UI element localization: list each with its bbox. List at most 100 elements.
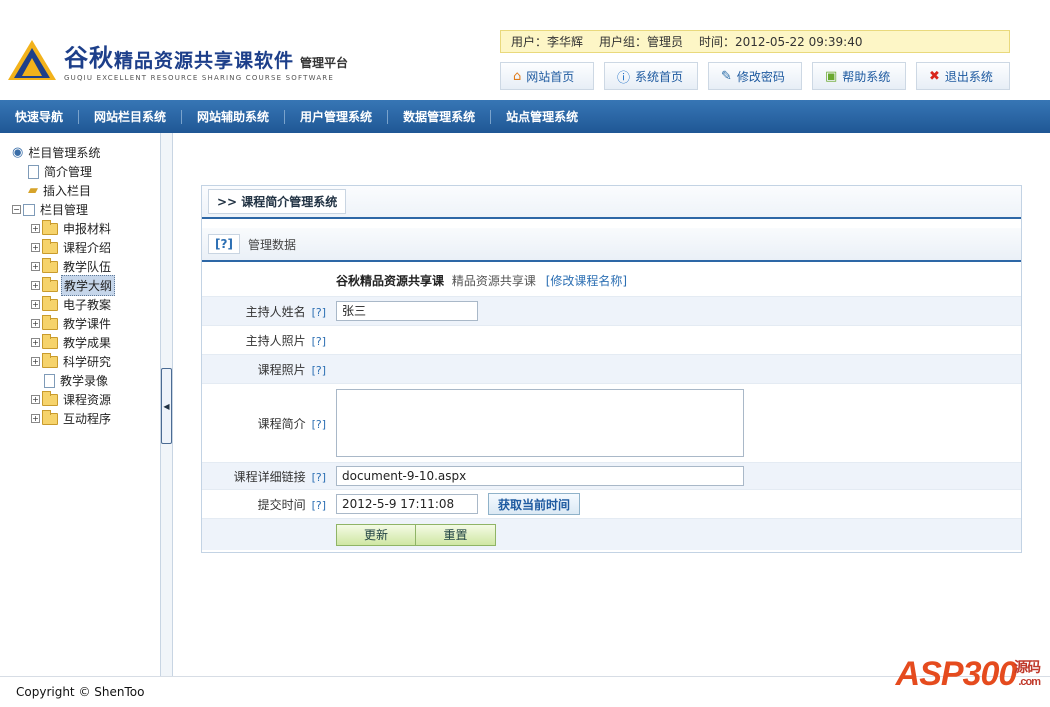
update-button[interactable]: 更新	[336, 523, 416, 546]
tree-child-1[interactable]: + 课程介绍	[0, 238, 160, 257]
chevron-left-icon: ◀	[163, 401, 170, 411]
panel-subtitle: 管理数据	[247, 237, 296, 252]
folder-icon	[42, 314, 58, 330]
user-info: 用户：李华辉	[511, 35, 584, 49]
tree-child-5[interactable]: + 教学课件	[0, 314, 160, 333]
expand-icon[interactable]: +	[31, 414, 40, 423]
help-link[interactable]: [?]	[312, 499, 326, 512]
expand-icon[interactable]: +	[31, 319, 40, 328]
nav-data[interactable]: 数据管理系统	[388, 109, 492, 124]
system-home-button[interactable]: ⓘ 系统首页	[604, 62, 698, 90]
host-photo-label: 主持人照片	[245, 333, 306, 348]
copyright: Copyright © ShenToo	[16, 685, 145, 699]
watermark-logo: ASP300 .com 源码	[895, 655, 1041, 693]
user-info-bar: 用户：李华辉 用户组：管理员 时间：2012-05-22 09:39:40	[500, 30, 1010, 53]
intro-row: 课程简介 [?]	[202, 384, 1021, 463]
course-photo-label: 课程照片	[257, 362, 306, 377]
expand-icon[interactable]: +	[31, 262, 40, 271]
help-link[interactable]: [?]	[312, 335, 326, 348]
tree-child-8[interactable]: 教学录像	[0, 371, 160, 390]
folder-icon	[42, 352, 58, 368]
host-name-input[interactable]: 张三	[336, 301, 478, 321]
submit-time-row: 提交时间 [?] 2012-5-9 17:11:08 获取当前时间	[202, 490, 1021, 519]
main-content: >> 课程简介管理系统 [?] 管理数据 谷秋精品资源共享课 精品资源共享课 […	[173, 133, 1050, 676]
tree-child-7[interactable]: + 科学研究	[0, 352, 160, 371]
help-icon: ▣	[825, 68, 838, 84]
home-icon: ⌂	[513, 68, 522, 84]
course-name: 谷秋精品资源共享课	[336, 273, 445, 288]
site-home-button[interactable]: ⌂ 网站首页	[500, 62, 594, 90]
nav-site[interactable]: 站点管理系统	[491, 110, 593, 124]
help-link[interactable]: [?]	[312, 418, 326, 431]
folder-icon	[42, 390, 58, 406]
tree-child-10[interactable]: + 互动程序	[0, 409, 160, 428]
host-photo-row: 主持人照片 [?]	[202, 326, 1021, 355]
change-password-button[interactable]: ✎ 修改密码	[708, 62, 802, 90]
help-link[interactable]: [?]	[208, 234, 240, 254]
expand-icon[interactable]: +	[31, 395, 40, 404]
course-intro-panel: >> 课程简介管理系统 [?] 管理数据 谷秋精品资源共享课 精品资源共享课 […	[201, 185, 1022, 553]
folder-icon	[42, 333, 58, 349]
nav-quick[interactable]: 快速导航	[0, 109, 80, 124]
actions-row: 更新 重置	[202, 519, 1021, 550]
intro-textarea[interactable]	[336, 389, 744, 457]
edit-course-name-link[interactable]: [修改课程名称]	[546, 274, 627, 288]
panel-subtitle-bar: [?] 管理数据	[202, 228, 1021, 262]
expand-icon[interactable]: +	[31, 281, 40, 290]
tree-item-insert[interactable]: ▰ 插入栏目	[0, 181, 160, 200]
header: 谷秋 精品资源共享课软件 管理平台 GUQIU EXCELLENT RESOUR…	[0, 0, 1050, 100]
help-button[interactable]: ▣ 帮助系统	[812, 62, 906, 90]
folder-icon	[42, 219, 58, 235]
help-link[interactable]: [?]	[312, 306, 326, 319]
page-icon	[44, 373, 55, 388]
panel-title: >> 课程简介管理系统	[208, 189, 347, 214]
brand-name-rest: 精品资源共享课软件	[114, 50, 295, 72]
tree-root[interactable]: ◉ 栏目管理系统	[0, 143, 160, 162]
expand-icon[interactable]: +	[31, 338, 40, 347]
tree-item-manage[interactable]: − 栏目管理	[0, 200, 160, 219]
user-group-info: 用户组：管理员	[599, 35, 684, 49]
folder-icon	[42, 295, 58, 311]
sidebar-splitter[interactable]: ◀	[160, 133, 173, 676]
sidebar: ◉ 栏目管理系统 简介管理 ▰ 插入栏目 − 栏目管理 + 申报材料 + 课程介…	[0, 133, 160, 676]
top-buttons: ⌂ 网站首页 ⓘ 系统首页 ✎ 修改密码 ▣ 帮助系统 ✖ 退出系统	[500, 62, 1010, 90]
nav-site-aux[interactable]: 网站辅助系统	[182, 109, 286, 124]
host-name-row: 主持人姓名 [?] 张三	[202, 297, 1021, 326]
course-form: 谷秋精品资源共享课 精品资源共享课 [修改课程名称] 主持人姓名 [?] 张三 主…	[202, 264, 1021, 550]
add-folder-icon: ▰	[28, 183, 38, 198]
submit-time-label: 提交时间	[257, 497, 306, 512]
expand-icon[interactable]: +	[31, 243, 40, 252]
page-icon	[23, 203, 35, 216]
tree-item-intro[interactable]: 简介管理	[0, 162, 160, 181]
collapse-icon[interactable]: −	[12, 205, 21, 214]
brand-english: GUQIU EXCELLENT RESOURCE SHARING COURSE …	[64, 74, 334, 82]
submit-time-input[interactable]: 2012-5-9 17:11:08	[336, 494, 478, 514]
expand-icon[interactable]: +	[31, 224, 40, 233]
host-name-label: 主持人姓名	[245, 304, 306, 319]
expand-icon[interactable]: +	[31, 300, 40, 309]
logout-button[interactable]: ✖ 退出系统	[916, 62, 1010, 90]
tree-child-2[interactable]: + 教学队伍	[0, 257, 160, 276]
tree-child-3[interactable]: + 教学大纲	[0, 275, 160, 296]
brand-subtitle: 管理平台	[300, 56, 349, 70]
tree-child-4[interactable]: + 电子教案	[0, 295, 160, 314]
nav-users[interactable]: 用户管理系统	[285, 109, 389, 124]
close-icon: ✖	[929, 68, 940, 84]
get-current-time-button[interactable]: 获取当前时间	[488, 493, 581, 515]
tree-child-0[interactable]: + 申报材料	[0, 219, 160, 238]
time-info: 时间：2012-05-22 09:39:40	[699, 35, 863, 49]
logo: 谷秋 精品资源共享课软件 管理平台 GUQIU EXCELLENT RESOUR…	[6, 38, 348, 82]
tree-child-9[interactable]: + 课程资源	[0, 390, 160, 409]
help-link[interactable]: [?]	[312, 364, 326, 377]
reset-button[interactable]: 重置	[416, 523, 496, 546]
expand-icon[interactable]: +	[31, 357, 40, 366]
help-link[interactable]: [?]	[312, 471, 326, 484]
link-input[interactable]: document-9-10.aspx	[336, 466, 744, 486]
system-icon: ◉	[12, 145, 24, 160]
collapse-sidebar-handle[interactable]: ◀	[161, 368, 172, 444]
logo-icon	[8, 40, 56, 80]
link-label: 课程详细链接	[233, 469, 306, 484]
folder-icon	[42, 238, 58, 254]
tree-child-6[interactable]: + 教学成果	[0, 333, 160, 352]
nav-site-columns[interactable]: 网站栏目系统	[79, 109, 183, 124]
